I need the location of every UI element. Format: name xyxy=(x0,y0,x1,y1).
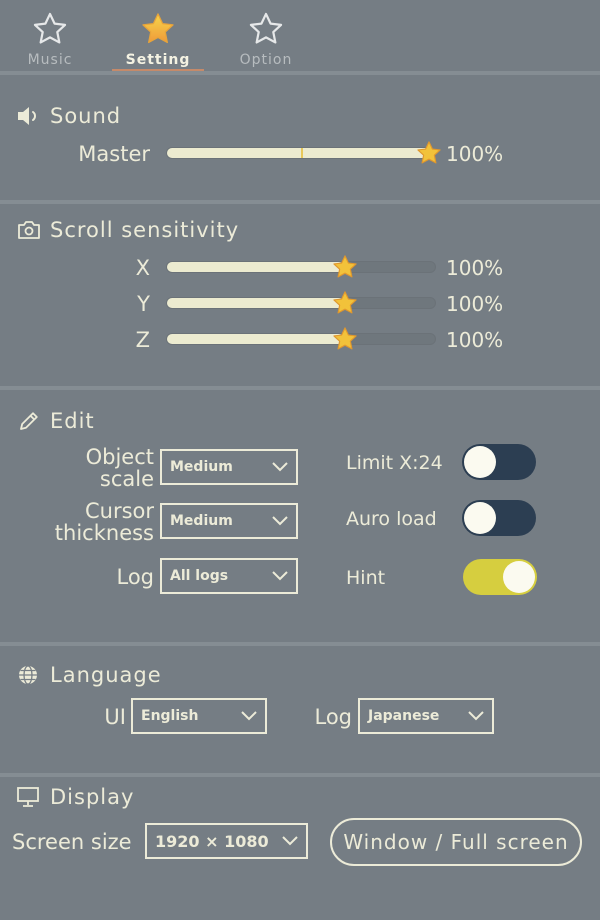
divider xyxy=(0,773,600,777)
object-scale-value: Medium xyxy=(170,459,233,475)
slider-star-thumb-icon[interactable] xyxy=(331,325,359,353)
toggle-knob xyxy=(464,502,496,534)
scroll-z-value: 100% xyxy=(446,328,504,352)
screen-size-label: Screen size xyxy=(12,830,132,854)
scroll-x-value: 100% xyxy=(446,256,504,280)
monitor-icon xyxy=(17,787,39,807)
log-language-select[interactable]: Japanese xyxy=(358,698,494,734)
tab-music-label: Music xyxy=(27,52,73,68)
log-language-value: Japanese xyxy=(368,708,440,724)
window-fullscreen-button[interactable]: Window / Full screen xyxy=(330,818,582,866)
scroll-x-slider[interactable] xyxy=(166,255,436,278)
sound-title: Sound xyxy=(50,104,122,128)
tab-music[interactable]: Music xyxy=(10,10,90,68)
section-title-display: Display xyxy=(16,785,134,809)
divider xyxy=(0,71,600,75)
toggle-knob xyxy=(503,561,535,593)
cursor-thickness-label-line1: Cursor xyxy=(84,499,154,523)
star-outline-icon xyxy=(33,12,67,44)
edit-log-label: Log xyxy=(116,565,154,589)
ui-language-label: UI xyxy=(104,705,126,729)
hint-toggle[interactable] xyxy=(463,559,537,595)
display-title: Display xyxy=(50,785,135,809)
screen-size-select[interactable]: 1920 × 1080 xyxy=(145,823,308,859)
globe-icon xyxy=(19,665,37,685)
chevron-down-icon xyxy=(272,571,288,581)
screen-size-value: 1920 × 1080 xyxy=(155,831,269,851)
object-scale-select[interactable]: Medium xyxy=(160,449,298,485)
chevron-down-icon xyxy=(241,711,257,721)
tab-option-label: Option xyxy=(239,52,293,68)
scroll-y-slider[interactable] xyxy=(166,291,436,314)
master-label: Master xyxy=(78,142,150,166)
section-title-scroll: Scroll sensitivity xyxy=(16,218,239,242)
ui-language-value: English xyxy=(141,708,199,724)
master-slider[interactable] xyxy=(166,141,441,164)
scroll-x-slider-fill xyxy=(167,262,344,272)
cursor-thickness-label: Cursor thickness xyxy=(30,500,154,544)
auto-load-toggle[interactable] xyxy=(462,500,536,536)
log-language-label: Log xyxy=(314,705,352,729)
scroll-y-label: Y xyxy=(137,292,150,316)
section-title-edit: Edit xyxy=(16,409,95,433)
divider xyxy=(0,386,600,390)
object-scale-label-line1: Object xyxy=(85,445,154,469)
camera-icon xyxy=(18,221,40,239)
section-title-sound: Sound xyxy=(16,104,121,128)
scroll-z-label: Z xyxy=(135,328,150,352)
cursor-thickness-select[interactable]: Medium xyxy=(160,503,298,539)
slider-star-thumb-icon[interactable] xyxy=(415,139,443,167)
chevron-down-icon xyxy=(272,516,288,526)
tab-option[interactable]: Option xyxy=(226,10,306,68)
scroll-z-slider[interactable] xyxy=(166,327,436,350)
cursor-thickness-value: Medium xyxy=(170,513,233,529)
scroll-x-label: X xyxy=(135,256,150,280)
star-filled-icon xyxy=(142,13,174,44)
divider xyxy=(0,642,600,646)
chevron-down-icon xyxy=(272,462,288,472)
auto-load-label: Auro load xyxy=(346,508,437,530)
star-outline-icon xyxy=(249,12,283,44)
master-value: 100% xyxy=(446,142,504,166)
slider-star-thumb-icon[interactable] xyxy=(331,253,359,281)
limit-toggle[interactable] xyxy=(462,444,536,480)
scroll-z-slider-fill xyxy=(167,334,344,344)
divider xyxy=(0,200,600,204)
section-title-language: Language xyxy=(16,663,162,687)
cursor-thickness-label-line2: thickness xyxy=(54,521,154,545)
master-slider-tick xyxy=(301,148,303,158)
pencil-icon xyxy=(20,412,38,430)
speaker-icon xyxy=(18,107,36,125)
hint-label: Hint xyxy=(346,567,386,589)
ui-language-select[interactable]: English xyxy=(131,698,267,734)
master-slider-fill xyxy=(167,148,433,158)
scroll-title: Scroll sensitivity xyxy=(50,218,240,242)
tab-setting[interactable]: Setting xyxy=(118,10,198,68)
edit-log-value: All logs xyxy=(170,568,229,584)
object-scale-label-line2: scale xyxy=(99,467,154,491)
slider-star-thumb-icon[interactable] xyxy=(331,289,359,317)
toggle-knob xyxy=(464,446,496,478)
chevron-down-icon xyxy=(282,836,298,846)
scroll-y-slider-fill xyxy=(167,298,344,308)
edit-title: Edit xyxy=(50,409,95,433)
object-scale-label: Object scale xyxy=(40,446,154,490)
tab-setting-label: Setting xyxy=(125,52,191,68)
scroll-y-value: 100% xyxy=(446,292,504,316)
language-title: Language xyxy=(50,663,162,687)
chevron-down-icon xyxy=(468,711,484,721)
edit-log-select[interactable]: All logs xyxy=(160,558,298,594)
limit-label: Limit X:24 xyxy=(346,452,443,474)
